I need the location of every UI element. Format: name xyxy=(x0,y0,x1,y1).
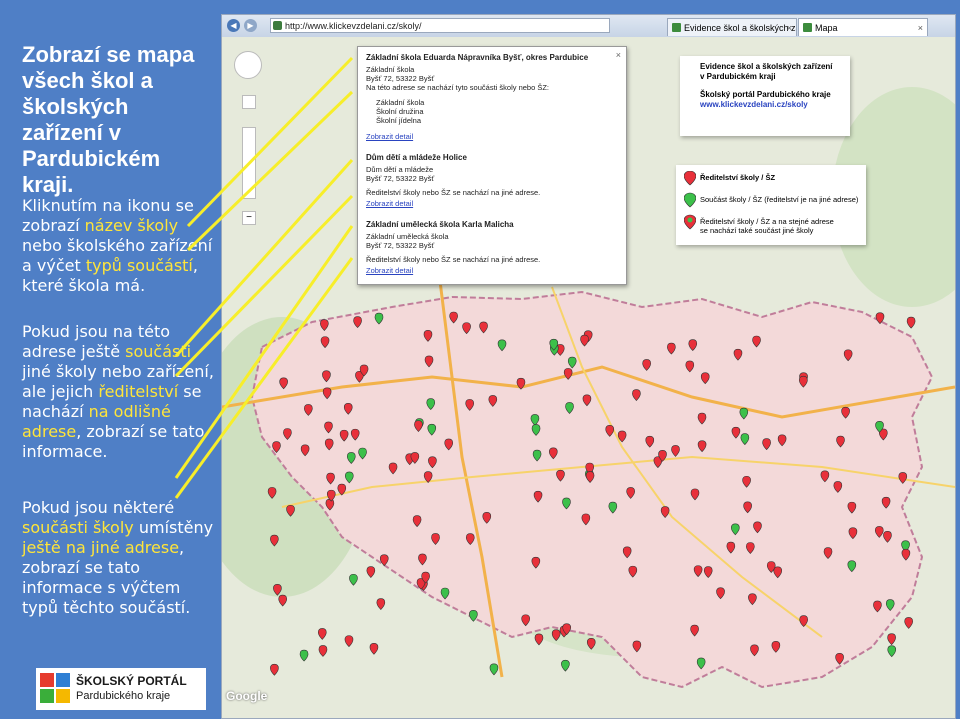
pan-control[interactable] xyxy=(234,51,262,79)
map-canvas[interactable]: − × Základní škola Eduarda Nápravníka By… xyxy=(222,37,955,718)
tab-favicon-icon xyxy=(803,23,812,32)
school-title: Základní škola Eduarda Nápravníka Byšť, … xyxy=(366,53,589,62)
detail-link[interactable]: Zobrazit detail xyxy=(366,266,413,275)
legend-marker-icons xyxy=(684,171,696,230)
skolsky-portal-logo: ŠKOLSKÝ PORTÁL Pardubického kraje xyxy=(36,668,206,710)
panel-title: Zobrazí se mapa všech škol a školských z… xyxy=(22,42,195,197)
address-bar[interactable]: http://www.klickevzdelani.cz/skoly/ xyxy=(270,18,610,33)
forward-button[interactable]: ▶ xyxy=(244,19,257,32)
site-favicon-icon xyxy=(273,21,282,30)
tab-mapa[interactable]: Mapa × xyxy=(798,18,928,36)
logo-text-sub: Pardubického kraje xyxy=(76,690,171,702)
map-legend-title: Evidence škol a školských zařízení v Par… xyxy=(680,56,850,136)
google-logo: Google xyxy=(226,689,268,703)
pegman-icon[interactable] xyxy=(242,95,256,109)
left-panel: Zobrazí se mapa všech škol a školských z… xyxy=(0,0,218,719)
school-title: Dům dětí a mládeže Holice xyxy=(366,153,467,162)
browser-window: ◀ ▶ http://www.klickevzdelani.cz/skoly/ … xyxy=(221,14,956,719)
back-button[interactable]: ◀ xyxy=(227,19,240,32)
logo-text-main: ŠKOLSKÝ PORTÁL xyxy=(76,674,187,688)
paragraph-other-address: Pokud jsou na této adrese ještě součásti… xyxy=(22,322,214,461)
tab-evidence[interactable]: Evidence škol a školských zaří...× xyxy=(667,18,797,36)
detail-link[interactable]: Zobrazit detail xyxy=(366,132,413,141)
close-tab-icon[interactable]: × xyxy=(918,19,923,36)
tab-favicon-icon xyxy=(672,23,681,32)
close-icon[interactable]: × xyxy=(616,50,621,60)
info-window: × Základní škola Eduarda Nápravníka Byšť… xyxy=(357,46,627,285)
zoom-slider[interactable] xyxy=(242,127,256,199)
paragraph-parts-elsewhere: Pokud jsou některé součásti školy umístě… xyxy=(22,498,214,617)
portal-logo-icon xyxy=(40,673,70,703)
school-title: Základní umělecká škola Karla Malicha xyxy=(366,220,514,229)
paragraph-click-icon: Kliknutím na ikonu se zobrazí název škol… xyxy=(22,196,213,295)
marker-legend: Ředitelství školy / ŠZ Součást školy / Š… xyxy=(676,165,866,245)
browser-toolbar: ◀ ▶ http://www.klickevzdelani.cz/skoly/ … xyxy=(222,15,955,37)
close-tab-icon[interactable]: × xyxy=(787,19,792,36)
zoom-out-button[interactable]: − xyxy=(242,211,256,225)
detail-link[interactable]: Zobrazit detail xyxy=(366,199,413,208)
